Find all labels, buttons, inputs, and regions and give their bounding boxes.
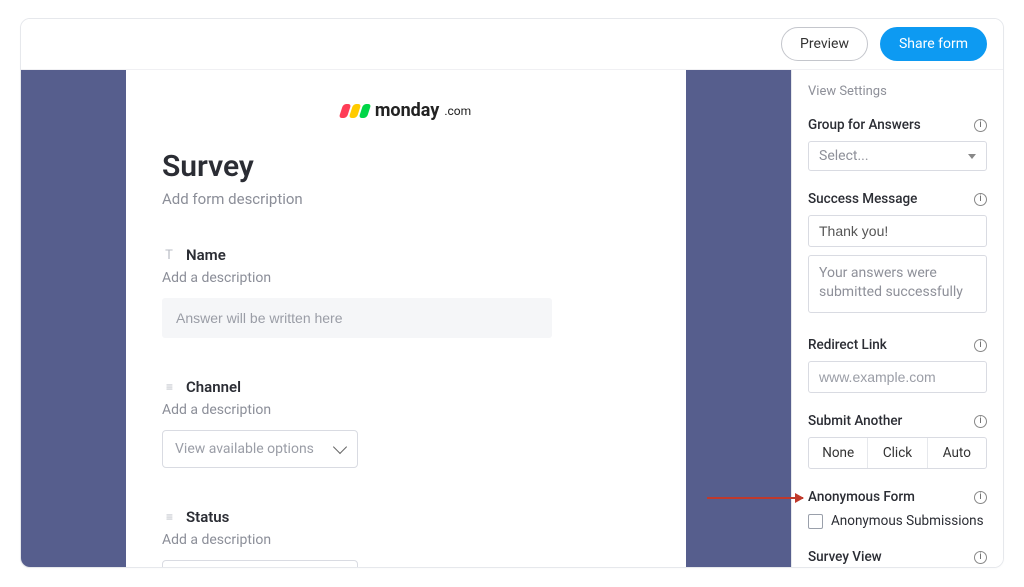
setting-label: Success Message (808, 191, 917, 207)
annotation-arrow (707, 497, 803, 499)
success-title-input[interactable] (808, 215, 987, 247)
submit-another-click[interactable]: Click (867, 438, 926, 468)
field-label[interactable]: Status (186, 508, 229, 526)
group-for-answers-select[interactable]: Select... (808, 141, 987, 171)
logo-brand: monday (375, 100, 440, 121)
list-type-icon: ≡ (162, 510, 176, 524)
submit-another-none[interactable]: None (809, 438, 867, 468)
topbar: Preview Share form (21, 19, 1003, 70)
setting-label: Survey View (808, 549, 882, 565)
submit-another-auto[interactable]: Auto (927, 438, 986, 468)
setting-label: Group for Answers (808, 117, 921, 133)
success-body-input[interactable] (808, 255, 987, 313)
field-description-placeholder[interactable]: Add a description (162, 402, 650, 418)
info-icon[interactable]: i (974, 491, 987, 504)
field-description-placeholder[interactable]: Add a description (162, 270, 650, 286)
submit-another-segmented: None Click Auto (808, 437, 987, 469)
form-field-name: T Name Add a description (162, 246, 650, 338)
form-card: monday .com Survey Add form description T… (126, 70, 686, 567)
setting-label: Anonymous Form (808, 489, 915, 505)
info-icon[interactable]: i (974, 119, 987, 132)
info-icon[interactable]: i (974, 339, 987, 352)
text-type-icon: T (162, 248, 176, 263)
field-label[interactable]: Channel (186, 378, 241, 396)
form-field-channel: ≡ Channel Add a description View availab… (162, 378, 650, 468)
form-field-status: ≡ Status Add a description View availabl… (162, 508, 650, 567)
form-description-placeholder[interactable]: Add form description (162, 190, 650, 208)
select-placeholder: Select... (819, 148, 869, 164)
info-icon[interactable]: i (974, 193, 987, 206)
info-icon[interactable]: i (974, 415, 987, 428)
preview-button[interactable]: Preview (781, 27, 868, 61)
setting-label: Submit Another (808, 413, 902, 429)
name-answer-input[interactable] (162, 298, 552, 338)
sidebar-heading: View Settings (808, 84, 987, 99)
channel-options-select[interactable]: View available options (162, 430, 358, 468)
setting-submit-another: Submit Another i None Click Auto (808, 413, 987, 469)
logo-tld: .com (444, 104, 471, 118)
dropdown-triangle-icon (968, 154, 976, 159)
setting-anonymous-form: Anonymous Form i Anonymous Submissions (808, 489, 987, 529)
share-form-button[interactable]: Share form (880, 27, 987, 61)
form-canvas: monday .com Survey Add form description T… (21, 70, 791, 567)
form-title[interactable]: Survey (162, 149, 650, 184)
select-placeholder: View available options (175, 441, 314, 457)
setting-success-message: Success Message i (808, 191, 987, 317)
info-icon[interactable]: i (974, 551, 987, 564)
redirect-link-input[interactable] (808, 361, 987, 393)
anonymous-submissions-checkbox[interactable] (808, 514, 823, 529)
setting-label: Redirect Link (808, 337, 887, 353)
checkbox-label: Anonymous Submissions (831, 513, 984, 529)
setting-group-for-answers: Group for Answers i Select... (808, 117, 987, 171)
setting-redirect-link: Redirect Link i (808, 337, 987, 393)
view-settings-sidebar: View Settings Group for Answers i Select… (791, 70, 1003, 567)
field-label[interactable]: Name (186, 246, 226, 264)
setting-survey-view: Survey View i Present as survey (808, 549, 987, 567)
monday-logo: monday .com (162, 100, 650, 121)
list-type-icon: ≡ (162, 380, 176, 394)
status-options-select[interactable]: View available options (162, 560, 358, 567)
field-description-placeholder[interactable]: Add a description (162, 532, 650, 548)
chevron-down-icon (333, 440, 347, 454)
